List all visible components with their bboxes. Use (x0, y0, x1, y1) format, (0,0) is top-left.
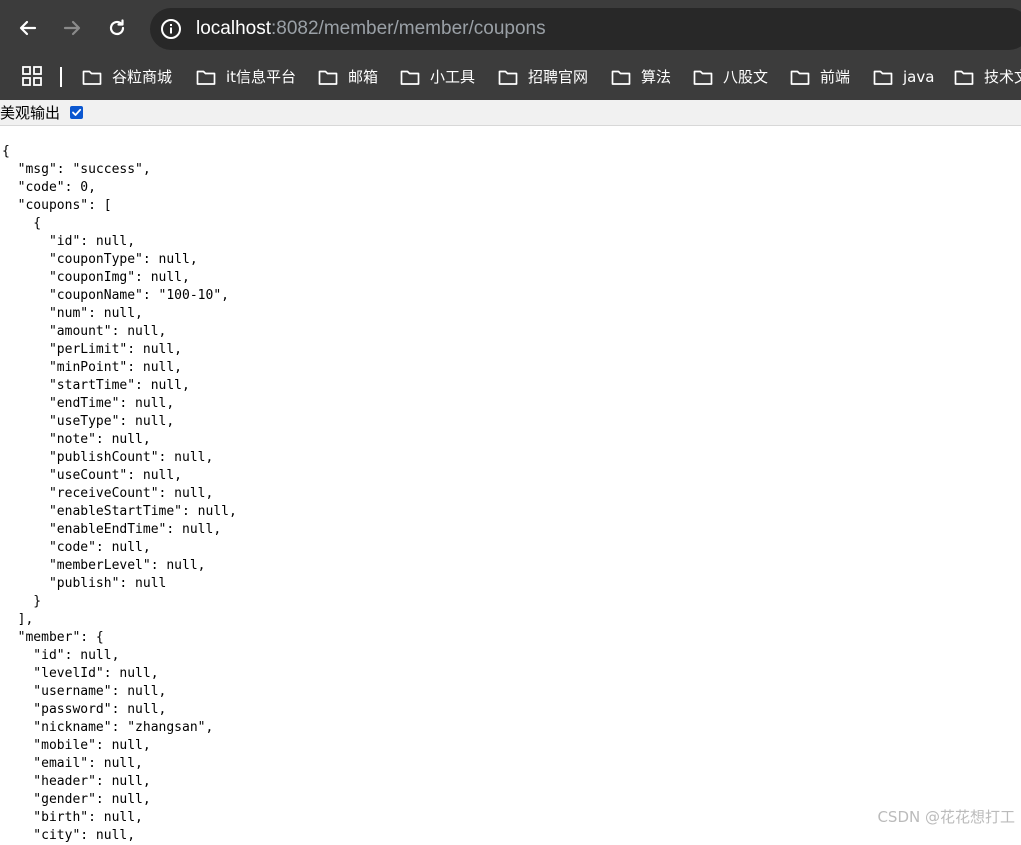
bookmark-label: 小工具 (430, 68, 476, 86)
json-line: "member": { (2, 630, 104, 645)
bookmark-item[interactable]: it信息平台 (196, 66, 296, 88)
json-line: "useType": null, (2, 414, 175, 429)
json-line: "useCount": null, (2, 468, 183, 483)
json-line: "id": null, (2, 648, 120, 663)
json-line: "coupons": [ (2, 198, 112, 213)
json-line: "password": null, (2, 702, 167, 717)
folder-icon (196, 70, 216, 85)
json-line: "nickname": "zhangsan", (2, 720, 214, 735)
bookmark-label: 邮箱 (348, 68, 379, 86)
json-line: "num": null, (2, 306, 143, 321)
json-line: "enableEndTime": null, (2, 522, 222, 537)
json-line: "startTime": null, (2, 378, 190, 393)
json-line: "memberLevel": null, (2, 558, 206, 573)
bookmark-item[interactable]: java (873, 66, 934, 88)
json-line: "perLimit": null, (2, 342, 183, 357)
json-line: "birth": null, (2, 810, 143, 825)
back-button[interactable] (12, 12, 44, 44)
url-host: localhost (196, 18, 271, 39)
pretty-print-label: 美观输出 (0, 104, 61, 122)
json-line: "email": null, (2, 756, 143, 771)
bookmark-item[interactable]: 前端 (790, 66, 850, 88)
json-line: "publish": null (2, 576, 167, 591)
folder-icon (318, 70, 338, 85)
bookmark-item[interactable]: 招聘官网 (498, 66, 588, 88)
folder-icon (693, 70, 713, 85)
bookmark-item[interactable]: 技术文 (954, 66, 1021, 88)
watermark: CSDN @花花想打工 (877, 808, 1015, 826)
json-line: "msg": "success", (2, 162, 151, 177)
folder-icon (790, 70, 810, 85)
json-line: "publishCount": null, (2, 450, 214, 465)
bookmark-label: java (903, 68, 935, 86)
checkmark-icon (72, 108, 82, 116)
bookmark-label: 谷粒商城 (112, 68, 173, 86)
json-line: "couponName": "100-10", (2, 288, 229, 303)
json-line: ], (2, 612, 34, 627)
json-line: { (2, 144, 10, 159)
bookmark-item[interactable]: 八股文 (693, 66, 768, 88)
json-line: "id": null, (2, 234, 136, 249)
forward-arrow-icon (63, 20, 81, 36)
forward-button[interactable] (56, 12, 88, 44)
json-line: "code": null, (2, 540, 151, 555)
folder-icon (498, 70, 518, 85)
folder-icon (954, 70, 974, 85)
json-line: "gender": null, (2, 792, 151, 807)
folder-icon (400, 70, 420, 85)
bookmarks-bar: 谷粒商城 it信息平台 邮箱 小工具 招聘官网 算法 八股文 前端 java 技术文 (0, 56, 1021, 100)
bookmark-label: 八股文 (723, 68, 769, 86)
json-line: "couponImg": null, (2, 270, 190, 285)
json-line: "receiveCount": null, (2, 486, 214, 501)
bookmark-item[interactable]: 小工具 (400, 66, 475, 88)
json-line: "couponType": null, (2, 252, 198, 267)
reload-icon (109, 19, 125, 36)
site-info-icon[interactable] (160, 18, 182, 40)
pretty-print-checkbox[interactable] (70, 106, 83, 119)
bookmark-item[interactable]: 谷粒商城 (82, 66, 172, 88)
reload-button[interactable] (101, 12, 133, 44)
json-line: "endTime": null, (2, 396, 175, 411)
json-line: "amount": null, (2, 324, 167, 339)
bookmark-label: 技术文 (984, 68, 1021, 86)
json-line: "city": null, (2, 828, 136, 843)
json-line: "mobile": null, (2, 738, 151, 753)
folder-icon (82, 70, 102, 85)
back-arrow-icon (19, 20, 37, 36)
json-content: { "msg": "success", "code": 0, "coupons"… (2, 143, 237, 845)
folder-icon (873, 70, 893, 85)
address-bar[interactable]: localhost:8082/member/member/coupons (150, 8, 1021, 50)
browser-toolbar: localhost:8082/member/member/coupons (0, 0, 1021, 56)
bookmark-label: 招聘官网 (528, 68, 589, 86)
json-line: "minPoint": null, (2, 360, 183, 375)
json-line: "code": 0, (2, 180, 96, 195)
json-line: "header": null, (2, 774, 151, 789)
json-line: "username": null, (2, 684, 167, 699)
pretty-print-bar: 美观输出 (0, 100, 1021, 126)
json-line: { (2, 216, 42, 231)
bookmark-item[interactable]: 算法 (611, 66, 671, 88)
json-line: "enableStartTime": null, (2, 504, 237, 519)
json-line: "note": null, (2, 432, 151, 447)
bookmark-label: 算法 (641, 68, 672, 86)
apps-grid-icon[interactable] (22, 66, 42, 86)
url-text[interactable]: localhost:8082/member/member/coupons (196, 18, 546, 40)
url-path: :8082/member/member/coupons (271, 18, 546, 39)
bookmark-label: it信息平台 (226, 68, 297, 86)
json-line: "levelId": null, (2, 666, 159, 681)
bookmark-item[interactable]: 邮箱 (318, 66, 378, 88)
bookmark-label: 前端 (820, 68, 851, 86)
folder-icon (611, 70, 631, 85)
json-line: } (2, 594, 42, 609)
bookmarks-divider (60, 67, 62, 87)
